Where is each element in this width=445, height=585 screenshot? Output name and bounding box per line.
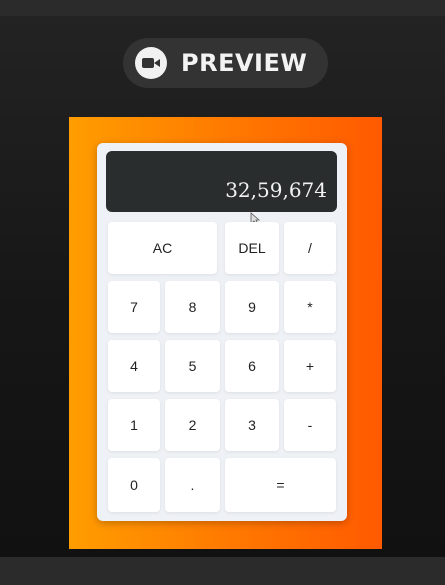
key-6[interactable]: 6 bbox=[225, 340, 279, 392]
divide-button[interactable]: / bbox=[284, 222, 336, 274]
preview-label: PREVIEW bbox=[181, 49, 308, 77]
plus-button[interactable]: + bbox=[284, 340, 336, 392]
calculator: 32,59,674 AC DEL / 7 8 9 * 4 5 6 + 1 2 3… bbox=[97, 143, 347, 521]
decimal-button[interactable]: . bbox=[165, 458, 220, 512]
key-7[interactable]: 7 bbox=[108, 281, 160, 333]
minus-button[interactable]: - bbox=[284, 399, 336, 451]
multiply-button[interactable]: * bbox=[284, 281, 336, 333]
equals-button[interactable]: = bbox=[225, 458, 336, 512]
ac-button[interactable]: AC bbox=[108, 222, 217, 274]
key-4[interactable]: 4 bbox=[108, 340, 160, 392]
key-0[interactable]: 0 bbox=[108, 458, 160, 512]
video-camera-icon bbox=[135, 47, 167, 79]
display-value: 32,59,674 bbox=[225, 178, 327, 202]
key-2[interactable]: 2 bbox=[165, 399, 220, 451]
delete-button[interactable]: DEL bbox=[225, 222, 279, 274]
key-9[interactable]: 9 bbox=[225, 281, 279, 333]
key-5[interactable]: 5 bbox=[165, 340, 220, 392]
top-bar bbox=[0, 0, 445, 16]
key-8[interactable]: 8 bbox=[165, 281, 220, 333]
bottom-bar bbox=[0, 557, 445, 585]
key-3[interactable]: 3 bbox=[225, 399, 279, 451]
key-1[interactable]: 1 bbox=[108, 399, 160, 451]
preview-button[interactable]: PREVIEW bbox=[123, 38, 328, 88]
calculator-display: 32,59,674 bbox=[106, 151, 337, 226]
